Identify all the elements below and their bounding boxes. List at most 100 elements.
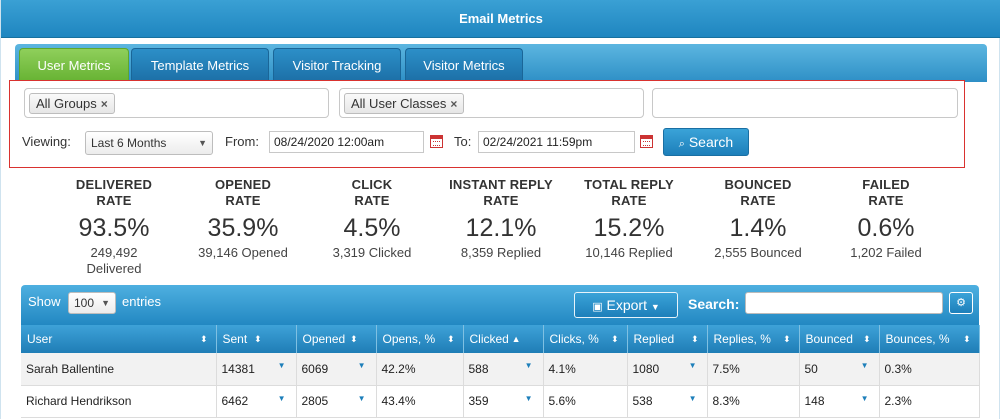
column-header-bounced[interactable]: Bounced ⬍ [799,325,880,353]
cell-bounces-pct: 0.3% [879,353,980,386]
sort-icon: ⬍ [862,334,871,344]
cell-sent: 14381 ▼ [216,353,297,386]
show-label: Show [28,294,61,309]
row-dropdown-icon[interactable]: ▼ [278,361,286,370]
column-header-opened[interactable]: Opened ⬍ [296,325,377,353]
cell-sent: 6462 ▼ [216,385,297,418]
user-classes-chip-label: All User Classes [351,96,447,111]
cell-user: Sarah Ballentine [21,353,217,386]
from-calendar-icon[interactable] [430,135,443,148]
filter-area: All Groups × All User Classes × Viewing: L… [9,80,965,168]
cell-bounced: 148 ▼ [799,385,880,418]
cell-bounced: 50 ▼ [799,353,880,386]
tab-template-metrics[interactable]: Template Metrics [131,48,269,82]
groups-chip: All Groups × [29,93,115,114]
search-button-label: Search [688,134,734,150]
row-dropdown-icon[interactable]: ▼ [358,394,366,403]
table-row[interactable]: Sarah Ballentine 14381 ▼ 6069 ▼ 42.2% 588 ▼… [21,353,980,386]
export-button[interactable]: ▣ Export ▼ [574,292,678,318]
metric-click-rate: CLICK RATE 4.5% 3,319 Clicked [302,177,442,261]
column-header-bounces-pct[interactable]: Bounces, % ⬍ [879,325,980,353]
search-icon: ⌕ [678,138,685,150]
cell-clicked: 588 ▼ [463,353,544,386]
column-header-user[interactable]: User ⬍ [21,325,217,353]
cell-bounces-pct: 2.3% [879,385,980,418]
metric-bounced-rate: BOUNCED RATE 1.4% 2,555 Bounced [688,177,828,261]
metric-value: 15.2% [593,214,665,242]
table-row[interactable]: Richard Hendrikson 6462 ▼ 2805 ▼ 43.4% 359… [21,385,980,418]
cell-clicks-pct: 4.1% [543,353,628,386]
viewing-select-value: Last 6 Months [91,136,167,150]
groups-select[interactable]: All Groups × [24,88,329,118]
metric-failed-rate: FAILED RATE 0.6% 1,202 Failed [816,177,956,261]
metric-detail: 8,359 Replied [460,245,542,260]
tab-visitor-tracking[interactable]: Visitor Tracking [273,48,401,82]
entries-select-value: 100 [74,296,95,310]
column-header-replied[interactable]: Replied ⬍ [627,325,708,353]
metric-total-reply-rate: TOTAL REPLY RATE 15.2% 10,146 Replied [559,177,699,261]
tab-visitor-metrics[interactable]: Visitor Metrics [405,48,523,82]
metric-value: 12.1% [465,214,537,242]
export-button-label: Export [606,297,647,313]
from-date-input[interactable]: 08/24/2020 12:00am [269,131,424,153]
chevron-down-icon: ▼ [650,302,660,312]
row-dropdown-icon[interactable]: ▼ [358,361,366,370]
tab-user-metrics[interactable]: User Metrics [19,48,129,82]
third-filter-input[interactable] [652,88,958,118]
tab-bar: User Metrics Template Metrics Visitor Tr… [15,44,987,82]
cell-opened: 2805 ▼ [296,385,377,418]
cell-opens-pct: 43.4% [376,385,464,418]
metric-detail: 1,202 Failed [850,245,922,260]
metric-title: FAILED RATE [862,177,910,208]
metric-value: 0.6% [857,214,915,242]
metric-value: 93.5% [78,214,150,242]
cell-opens-pct: 42.2% [376,353,464,386]
row-dropdown-icon[interactable]: ▼ [525,394,533,403]
metric-detail: 10,146 Replied [585,245,673,260]
row-dropdown-icon[interactable]: ▼ [525,361,533,370]
row-dropdown-icon[interactable]: ▼ [689,361,697,370]
column-header-replies-pct[interactable]: Replies, % ⬍ [707,325,800,353]
cell-clicked: 359 ▼ [463,385,544,418]
column-header-clicks-pct[interactable]: Clicks, % ⬍ [543,325,628,353]
cell-user: Richard Hendrikson [21,385,217,418]
cell-opened: 6069 ▼ [296,353,377,386]
user-metrics-table-panel: Show 100 ▼ entries ▣ Export ▼ Search: ⚙ [21,285,980,419]
user-classes-select[interactable]: All User Classes × [339,88,644,118]
to-calendar-icon[interactable] [640,135,653,148]
sort-icon: ⬍ [782,334,791,344]
entries-select[interactable]: 100 ▼ [68,292,116,314]
sort-icon: ⬍ [349,334,358,344]
search-label: Search: [688,296,740,312]
metric-delivered-rate: DELIVERED RATE 93.5% 249,492 Delivered [44,177,184,277]
row-dropdown-icon[interactable]: ▼ [861,361,869,370]
cell-replied: 538 ▼ [627,385,708,418]
chevron-down-icon: ▼ [198,138,207,148]
metric-value: 4.5% [343,214,401,242]
metric-title: OPENED RATE [214,177,272,208]
metric-value: 1.4% [729,214,787,242]
column-header-clicked[interactable]: Clicked ▲ [463,325,544,353]
viewing-select[interactable]: Last 6 Months ▼ [85,131,213,155]
metrics-table: User ⬍ Sent ⬍ Opened ⬍ Opens, % ⬍ Clicked ▲ C… [21,325,980,418]
search-button[interactable]: ⌕ Search [663,128,749,156]
panel-title: Email Metrics [1,0,1000,38]
column-header-sent[interactable]: Sent ⬍ [216,325,297,353]
cell-clicks-pct: 5.6% [543,385,628,418]
metric-title: CLICK RATE [351,177,393,208]
column-header-opens-pct[interactable]: Opens, % ⬍ [376,325,464,353]
metric-value: 35.9% [207,214,279,242]
sort-icon: ⬍ [690,334,699,344]
metric-detail: 39,146 Opened [198,245,288,260]
row-dropdown-icon[interactable]: ▼ [689,394,697,403]
sort-icon: ▲ [511,334,521,344]
metric-title: DELIVERED RATE [75,177,153,208]
table-toolbar: Show 100 ▼ entries ▣ Export ▼ Search: ⚙ [21,285,979,325]
remove-user-classes-chip-icon[interactable]: × [450,97,457,111]
row-dropdown-icon[interactable]: ▼ [861,394,869,403]
table-search-input[interactable] [745,292,943,314]
to-date-input[interactable]: 02/24/2021 11:59pm [478,131,635,153]
gear-icon[interactable]: ⚙ [949,292,973,314]
row-dropdown-icon[interactable]: ▼ [278,394,286,403]
remove-groups-chip-icon[interactable]: × [101,97,108,111]
